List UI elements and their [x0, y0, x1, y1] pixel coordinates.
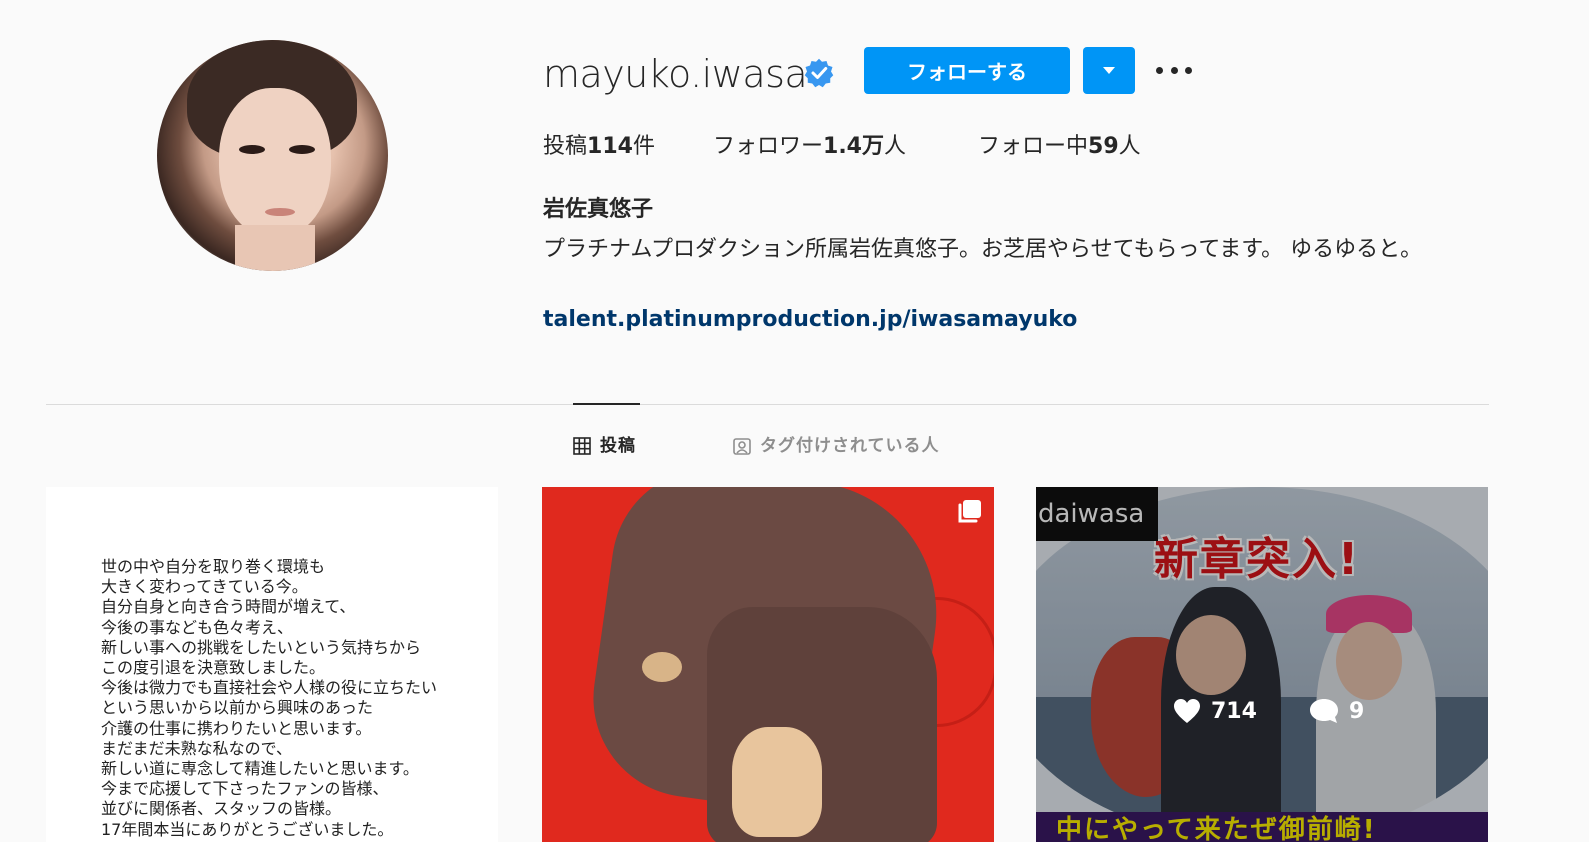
tab-posts-label: 投稿: [600, 436, 636, 456]
posts-count-stat: 投稿114件: [543, 132, 655, 162]
following-stat-link[interactable]: フォロー中59人: [978, 132, 1141, 162]
post-tile-hovered[interactable]: 中にやって来たぜ御前崎! 新章突入! daiwasa 714 9: [1036, 487, 1488, 842]
more-dot-icon: [1156, 66, 1163, 74]
heart-icon: [1174, 699, 1200, 723]
carousel-icon: [958, 500, 981, 523]
post-announcement-text: 世の中や自分を取り巻く環境も 大きく変わってきている今。 自分自身と向き合う時間…: [101, 557, 438, 839]
more-options-button[interactable]: [1156, 58, 1192, 82]
verified-badge-icon: [804, 58, 834, 88]
posts-label: 投稿: [543, 134, 588, 159]
tab-tagged-label: タグ付けされている人: [760, 436, 940, 456]
profile-avatar[interactable]: [157, 40, 388, 271]
posts-count: 114: [587, 134, 633, 159]
profile-username: mayuko.iwasa: [543, 52, 808, 96]
followers-count: 1.4万: [823, 134, 884, 159]
dog-ear: [642, 652, 682, 682]
avatar-lips: [265, 208, 295, 216]
avatar-eye-right: [289, 145, 315, 154]
suggested-accounts-dropdown-button[interactable]: [1083, 47, 1135, 94]
post-tile[interactable]: [542, 487, 994, 842]
dog-under-towel: [732, 727, 822, 837]
follow-button[interactable]: フォローする: [864, 47, 1070, 94]
post-tile[interactable]: 世の中や自分を取り巻く環境も 大きく変わってきている今。 自分自身と向き合う時間…: [46, 487, 498, 842]
tab-posts[interactable]: 投稿: [573, 434, 636, 458]
profile-full-name: 岩佐真悠子: [543, 197, 654, 222]
avatar-neck: [235, 225, 315, 271]
tab-tagged[interactable]: タグ付けされている人: [733, 434, 940, 458]
grid-icon: [573, 437, 591, 455]
likes-count: 714: [1211, 698, 1257, 724]
avatar-eye-left: [239, 145, 265, 154]
active-tab-indicator: [573, 403, 640, 405]
comments-count: 9: [1348, 698, 1365, 724]
chevron-down-icon: [1103, 67, 1115, 74]
post-stats: 714 9: [1173, 697, 1364, 725]
profile-external-link[interactable]: talent.platinumproduction.jp/iwasamayuko: [543, 305, 1077, 335]
followers-label: フォロワー: [713, 134, 824, 159]
more-dot-icon: [1185, 66, 1192, 74]
following-unit: 人: [1118, 134, 1141, 159]
posts-unit: 件: [632, 134, 655, 159]
hover-overlay: [1036, 487, 1488, 842]
comment-icon: [1309, 699, 1338, 723]
tagged-user-icon: [733, 438, 751, 455]
followers-stat-link[interactable]: フォロワー1.4万人: [713, 132, 906, 162]
comments-stat: 9: [1309, 697, 1364, 725]
likes-stat: 714: [1173, 698, 1257, 724]
followers-unit: 人: [884, 134, 907, 159]
following-count: 59: [1088, 134, 1119, 159]
tabs-divider: [46, 404, 1489, 405]
more-dot-icon: [1170, 66, 1178, 74]
following-label: フォロー中: [978, 134, 1089, 159]
profile-bio: プラチナムプロダクション所属岩佐真悠子。お芝居やらせてもらってます。 ゆるゆると…: [543, 237, 1423, 262]
